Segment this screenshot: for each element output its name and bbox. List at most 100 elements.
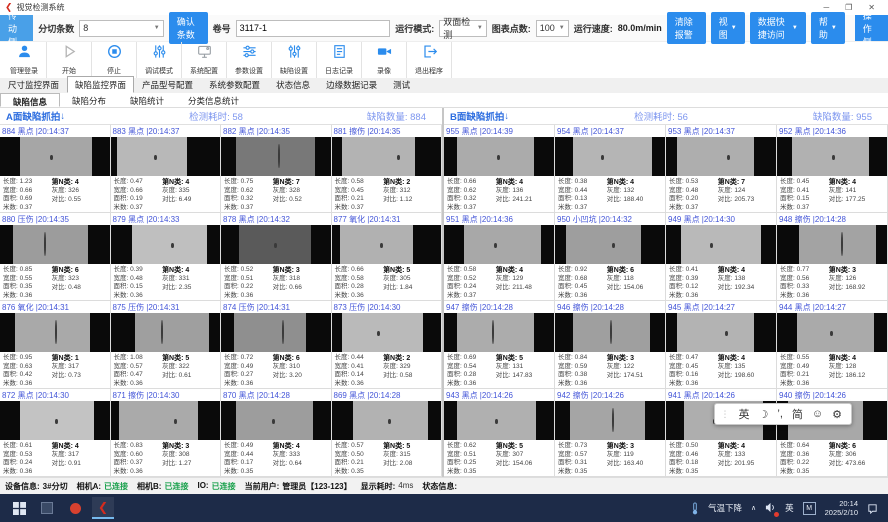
defect-cell[interactable]: 955 黑点 |20:14:39长度: 0.66宽度: 0.62面积: 0.32… [444,125,555,213]
defect-image[interactable] [777,313,887,352]
system-config-button[interactable]: 系统配置 [182,42,227,78]
view-menu-button[interactable]: 视图▼ [711,12,745,44]
defect-image[interactable] [777,225,887,264]
defect-cell[interactable]: 884 黑点 |20:14:37长度: 1.23宽度: 0.66面积: 0.69… [0,125,111,213]
defect-image[interactable] [555,313,665,352]
ime-lang-english[interactable]: 英 [739,406,750,422]
drive-side-button[interactable]: 传动侧 [0,15,33,41]
defect-image[interactable] [221,401,331,440]
tab-尺寸监控界面[interactable]: 尺寸监控界面 [0,76,67,93]
confirm-count-button[interactable]: 确认条数 [169,12,208,44]
defect-cell[interactable]: 947 擦伤 |20:14:28长度: 0.69宽度: 0.54面积: 0.28… [444,301,555,389]
defect-image[interactable] [666,137,776,176]
defect-image[interactable] [444,401,554,440]
defect-image[interactable] [221,225,331,264]
tray-expand-chevron[interactable]: ∧ [751,504,756,512]
taskview-icon[interactable] [36,497,58,519]
clear-alarm-button[interactable]: 清除报警 [667,12,706,44]
start-button[interactable] [8,497,30,519]
subtab-缺陷统计[interactable]: 缺陷统计 [118,93,176,107]
weather-text[interactable]: 气温下降 [708,502,742,514]
data-quick-access-menu-button[interactable]: 数据快捷访问▼ [750,12,806,44]
defect-cell[interactable]: 870 黑点 |20:14:28长度: 0.49宽度: 0.44面积: 0.17… [221,389,332,477]
subtab-缺陷分布[interactable]: 缺陷分布 [60,93,118,107]
defect-image[interactable] [111,137,221,176]
defect-cell[interactable]: 875 压伤 |20:14:31长度: 1.08宽度: 0.57面积: 0.47… [111,301,222,389]
defect-cell[interactable]: 945 黑点 |20:14:27长度: 0.47宽度: 0.45面积: 0.16… [666,301,777,389]
help-menu-button[interactable]: 帮助▼ [811,12,845,44]
tab-边缘数据记录[interactable]: 边缘数据记录 [318,76,385,93]
defect-cell[interactable]: 950 小凹坑 |20:14:32长度: 0.92宽度: 0.68面积: 0.4… [555,213,666,301]
defect-image[interactable] [332,137,442,176]
defect-image[interactable] [332,225,442,264]
defect-cell[interactable]: 879 黑点 |20:14:33长度: 0.39宽度: 0.48面积: 0.15… [111,213,222,301]
defect-image[interactable] [777,137,887,176]
defect-cell[interactable]: 874 压伤 |20:14:31长度: 0.72宽度: 0.49面积: 0.27… [221,301,332,389]
ime-emoji-icon[interactable]: ☺ [812,408,823,420]
defect-cell[interactable]: 871 擦伤 |20:14:30长度: 0.83宽度: 0.60面积: 0.37… [111,389,222,477]
defect-cell[interactable]: 877 氧化 |20:14:31长度: 0.66宽度: 0.58面积: 0.28… [332,213,443,301]
defect-image[interactable] [555,137,665,176]
defect-image[interactable] [555,225,665,264]
subtab-分类信息统计[interactable]: 分类信息统计 [176,93,251,107]
roll-number-input[interactable] [236,20,391,37]
defect-image[interactable] [111,401,221,440]
defect-cell[interactable]: 954 黑点 |20:14:37长度: 0.38宽度: 0.44面积: 0.13… [555,125,666,213]
defect-cell[interactable]: 946 擦伤 |20:14:28长度: 0.84宽度: 0.59面积: 0.38… [555,301,666,389]
admin-login-button[interactable]: 管理登录 [2,42,47,78]
tab-缺陷监控界面[interactable]: 缺陷监控界面 [67,76,134,93]
maximize-button[interactable]: ❐ [845,3,852,12]
defect-cell[interactable]: 878 黑点 |20:14:32长度: 0.52宽度: 0.51面积: 0.22… [221,213,332,301]
param-settings-button[interactable]: 参数设置 [227,42,272,78]
language-indicator[interactable]: 英 [785,502,794,514]
defect-image[interactable] [111,225,221,264]
defect-image[interactable] [111,313,221,352]
defect-cell[interactable]: 873 压伤 |20:14:30长度: 0.44宽度: 0.41面积: 0.14… [332,301,443,389]
defect-settings-button[interactable]: 缺陷设置 [272,42,317,78]
debug-mode-button[interactable]: 调试模式 [137,42,182,78]
stop-button[interactable]: 停止 [92,42,137,78]
volume-icon[interactable] [765,502,776,515]
drag-handle-icon[interactable]: ⋮ [721,409,730,420]
ime-punct-icon[interactable]: ’, [777,408,783,420]
defect-cell[interactable]: 949 黑点 |20:14:30长度: 0.41宽度: 0.39面积: 0.12… [666,213,777,301]
defect-image[interactable] [555,401,665,440]
defect-image[interactable] [666,313,776,352]
defect-cell[interactable]: 953 黑点 |20:14:37长度: 0.53宽度: 0.48面积: 0.20… [666,125,777,213]
subtab-缺陷信息[interactable]: 缺陷信息 [0,93,60,107]
start-button[interactable]: 开始 [47,42,92,78]
log-record-button[interactable]: 日志记录 [317,42,362,78]
defect-cell[interactable]: 869 黑点 |20:14:28长度: 0.57宽度: 0.50面积: 0.21… [332,389,443,477]
defect-image[interactable] [0,225,110,264]
defect-cell[interactable]: 943 黑点 |20:14:26长度: 0.62宽度: 0.51面积: 0.25… [444,389,555,477]
record-button[interactable]: 录像 [362,42,407,78]
defect-cell[interactable]: 872 黑点 |20:14:30长度: 0.61宽度: 0.53面积: 0.24… [0,389,111,477]
ime-fullhalf-icon[interactable]: ☽ [759,408,769,421]
slit-count-select[interactable]: 8 ▼ [79,20,163,37]
defect-cell[interactable]: 876 氧化 |20:14:31长度: 0.95宽度: 0.63面积: 0.42… [0,301,111,389]
defect-cell[interactable]: 952 黑点 |20:14:36长度: 0.45宽度: 0.41面积: 0.15… [777,125,888,213]
ime-language-bar[interactable]: ⋮英☽’,简☺⚙ [714,403,852,425]
defect-image[interactable] [221,313,331,352]
defect-image[interactable] [332,313,442,352]
operator-side-button[interactable]: 操作侧 [855,15,888,41]
defect-cell[interactable]: 948 擦伤 |20:14:28长度: 0.77宽度: 0.56面积: 0.33… [777,213,888,301]
tab-测试[interactable]: 测试 [385,76,418,93]
defect-image[interactable] [221,137,331,176]
defect-image[interactable] [444,225,554,264]
tab-状态信息[interactable]: 状态信息 [268,76,318,93]
defect-cell[interactable]: 880 压伤 |20:14:35长度: 0.85宽度: 0.55面积: 0.35… [0,213,111,301]
tab-系统参数配置[interactable]: 系统参数配置 [201,76,268,93]
defect-image[interactable] [444,313,554,352]
defect-image[interactable] [0,137,110,176]
defect-cell[interactable]: 883 黑点 |20:14:37长度: 0.47宽度: 0.66面积: 0.19… [111,125,222,213]
defect-image[interactable] [0,401,110,440]
action-center-icon[interactable] [867,503,878,514]
exit-button[interactable]: 退出程序 [407,42,452,78]
pinned-app-icon[interactable] [64,497,86,519]
ime-simplified[interactable]: 简 [792,406,803,422]
run-mode-select[interactable]: 双面检测 ▼ [439,20,487,37]
ime-icon[interactable]: M [803,502,816,515]
chart-points-select[interactable]: 100 ▼ [536,20,569,37]
defect-cell[interactable]: 942 擦伤 |20:14:26长度: 0.73宽度: 0.57面积: 0.31… [555,389,666,477]
